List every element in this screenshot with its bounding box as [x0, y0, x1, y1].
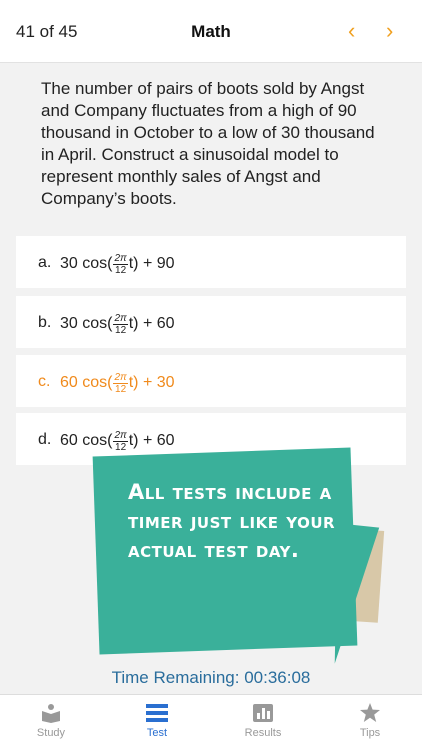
expr-pre: 30 cos( — [60, 315, 113, 332]
answer-letter: a. — [38, 254, 52, 271]
fraction: 2π 12 — [113, 312, 128, 336]
bar-chart-icon — [253, 704, 273, 722]
header-bar: 41 of 45 Math ‹ › — [0, 0, 422, 63]
promo-text: All tests include a timer just like your… — [128, 480, 336, 562]
fraction: 2π 12 — [113, 371, 128, 395]
tab-label: Tips — [359, 727, 381, 739]
page-title: Math — [191, 22, 231, 41]
fraction-denominator: 12 — [115, 264, 127, 276]
answer-expression: 60 cos( 2π 12 t) + 30 — [60, 370, 175, 396]
time-remaining: Time Remaining: 00:36:08 — [111, 668, 311, 687]
fraction-numerator: 2π — [113, 429, 128, 442]
chevron-right-icon[interactable]: › — [386, 18, 393, 44]
answer-expression: 60 cos( 2π 12 t) + 60 — [60, 428, 175, 454]
answer-letter: b. — [38, 314, 52, 331]
answer-expression: 30 cos( 2π 12 t) + 90 — [60, 251, 175, 277]
answer-option-a[interactable]: a. 30 cos( 2π 12 t) + 90 — [16, 236, 406, 288]
answer-letter: d. — [38, 431, 52, 448]
answer-expression: 30 cos( 2π 12 t) + 60 — [60, 311, 175, 337]
answer-option-b[interactable]: b. 30 cos( 2π 12 t) + 60 — [16, 296, 406, 348]
fraction-denominator: 12 — [115, 324, 127, 336]
tab-label: Test — [146, 727, 168, 739]
fraction-numerator: 2π — [113, 312, 128, 325]
answer-letter: c. — [38, 373, 51, 390]
tab-bar: Study Test Results Tips — [0, 694, 422, 751]
tab-label: Results — [244, 727, 282, 739]
tab-tips[interactable]: Tips — [330, 695, 410, 751]
star-icon — [360, 703, 380, 722]
list-icon — [146, 704, 168, 722]
expr-post: t) + 60 — [128, 315, 175, 332]
fraction: 2π 12 — [113, 429, 128, 453]
fraction-numerator: 2π — [113, 371, 128, 384]
tab-label: Study — [36, 727, 66, 739]
expr-pre: 30 cos( — [60, 255, 113, 272]
chevron-left-icon[interactable]: ‹ — [348, 18, 355, 44]
question-text: The number of pairs of boots sold by Ang… — [41, 79, 375, 208]
fraction-denominator: 12 — [115, 441, 127, 453]
expr-pre: 60 cos( — [60, 374, 113, 391]
tab-test[interactable]: Test — [117, 695, 197, 751]
expr-post: t) + 30 — [128, 374, 175, 391]
fraction-denominator: 12 — [115, 383, 127, 395]
tab-study[interactable]: Study — [11, 695, 91, 751]
book-reader-icon — [42, 704, 60, 723]
expr-post: t) + 60 — [128, 432, 175, 449]
answer-option-c[interactable]: c. 60 cos( 2π 12 t) + 30 — [16, 355, 406, 407]
fraction-numerator: 2π — [113, 252, 128, 265]
expr-pre: 60 cos( — [60, 432, 113, 449]
tab-results[interactable]: Results — [223, 695, 303, 751]
fraction: 2π 12 — [113, 252, 128, 276]
expr-post: t) + 90 — [128, 255, 175, 272]
